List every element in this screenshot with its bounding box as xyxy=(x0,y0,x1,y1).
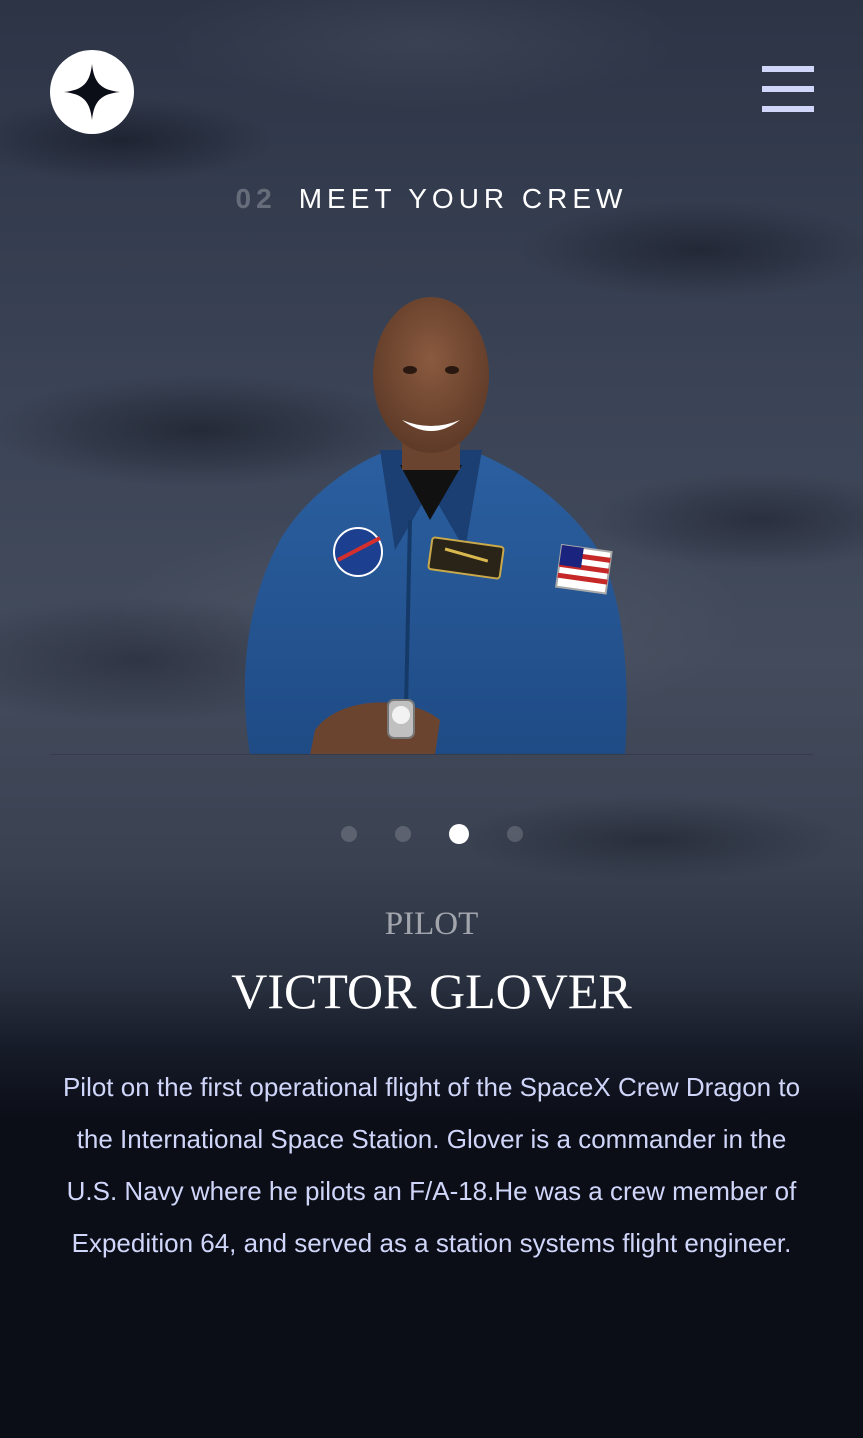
crew-dot-3-active[interactable] xyxy=(449,824,469,844)
divider-line xyxy=(50,754,813,755)
crew-portrait xyxy=(244,297,627,755)
page-title: MEET YOUR CREW xyxy=(298,183,628,214)
menu-bar xyxy=(762,106,814,112)
page-number: 02 xyxy=(235,183,277,214)
crew-role: PILOT xyxy=(384,906,479,942)
crew-dot-4[interactable] xyxy=(507,826,523,842)
menu-bar xyxy=(762,86,814,92)
page-heading: 02 MEET YOUR CREW xyxy=(0,183,863,215)
crew-dot-2[interactable] xyxy=(395,826,411,842)
crew-pagination xyxy=(341,824,523,844)
crew-bio: Pilot on the first operational flight of… xyxy=(62,1072,801,1258)
hamburger-menu-icon[interactable] xyxy=(762,66,814,112)
crew-dot-1[interactable] xyxy=(341,826,357,842)
crew-name: VICTOR GLOVER xyxy=(231,963,632,1019)
menu-bar xyxy=(762,66,814,72)
star-logo-icon[interactable] xyxy=(50,50,134,134)
